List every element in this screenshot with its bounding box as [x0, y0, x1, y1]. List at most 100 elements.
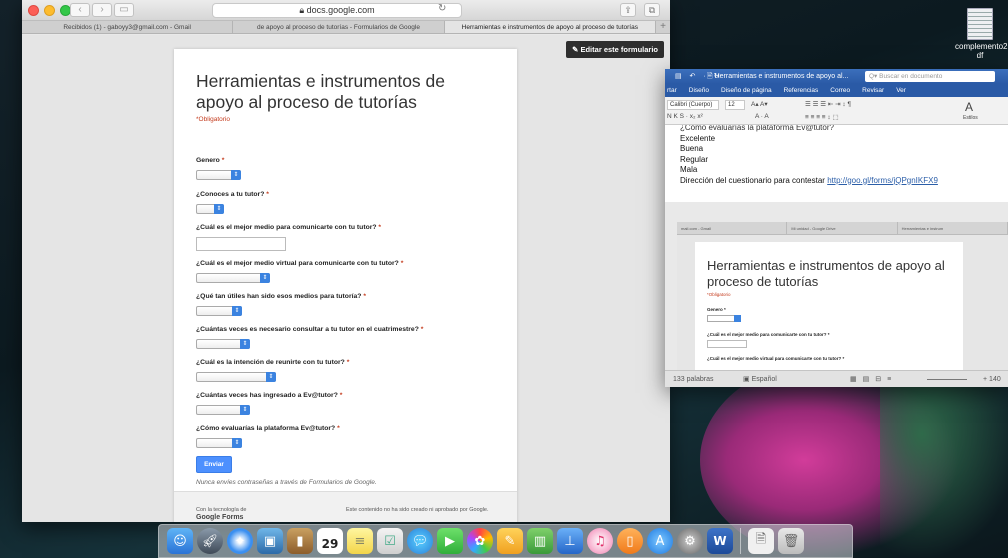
form-card: Herramientas e instrumentos de apoyo al … — [174, 49, 517, 522]
word-ribbon-tabs: rtar Diseño Diseño de página Referencias… — [665, 84, 1008, 97]
word-titlebar: ▤ ↶ · ↻ 🗎︎ Herramientas e instrumentos d… — [665, 69, 1008, 84]
form-title: Herramientas e instrumentos de apoyo al … — [196, 71, 445, 112]
intencion-select[interactable]: ⇕ — [196, 372, 276, 382]
form-footer: Con la tecnología de Google Forms Este c… — [174, 491, 517, 522]
page-content: ✎ Editar este formulario Herramientas e … — [22, 35, 670, 522]
question-medio-virtual: ¿Cuál es el mejor medio virtual para com… — [196, 259, 403, 283]
conoces-tutor-select[interactable]: ⇕ — [196, 204, 224, 214]
question-intencion: ¿Cuál es la intención de reunirte con tu… — [196, 358, 349, 382]
preview-icon[interactable]: ▣ — [257, 528, 283, 554]
tab-forms-editor[interactable]: de apoyo al proceso de tutorías - Formul… — [233, 21, 445, 33]
itunes-icon[interactable]: ♫ — [587, 528, 613, 554]
view-buttons[interactable]: ▦▤⊟≡ — [850, 371, 897, 387]
font-color-icon[interactable]: A · A — [755, 113, 769, 120]
toolbar-right: ⇪ ⧉ — [620, 3, 660, 17]
list-icons[interactable]: ☰ ☰ ☰ ⇤ ⇥ ↕ ¶ — [805, 100, 851, 108]
zoom-slider[interactable] — [927, 379, 967, 380]
align-icons[interactable]: ≡ ≡ ≡ ≡ ↕ ⬚ — [805, 113, 839, 121]
proofing-icon: ▣ — [743, 376, 752, 383]
dropdown-arrow-icon: ⇕ — [232, 438, 242, 448]
document-icon — [967, 8, 993, 40]
ribbon-tab-ver[interactable]: Ver — [896, 84, 906, 97]
photos-icon[interactable]: ✿ — [467, 528, 493, 554]
tab-bar: Recibidos (1) - gaboyy3@gmail.com - Gmai… — [22, 21, 670, 34]
word-page[interactable]: ¿Cómo evaluarías la plataforma Ev@tutor?… — [665, 125, 1008, 202]
ingresado-select[interactable]: ⇕ — [196, 405, 250, 415]
documents-stack-icon[interactable]: 🗎︎ — [748, 528, 774, 554]
password-warning: Nunca envíes contraseñas a través de For… — [196, 479, 377, 486]
launchpad-icon[interactable]: 🚀︎ — [197, 528, 223, 554]
back-button[interactable]: ‹ — [70, 3, 90, 17]
tab-gmail[interactable]: Recibidos (1) - gaboyy3@gmail.com - Gmai… — [22, 21, 234, 33]
word-search-input[interactable]: Q▾ Buscar en documento — [865, 71, 995, 82]
font-name-select[interactable]: Calibri (Cuerpo) — [667, 100, 719, 110]
close-window-button[interactable] — [28, 5, 39, 16]
pages-icon[interactable]: ✎ — [497, 528, 523, 554]
ribbon-tab-diseno[interactable]: Diseño — [689, 84, 709, 97]
address-bar[interactable]: 🔒︎ docs.google.com — [212, 3, 462, 18]
messages-icon[interactable]: 💬︎ — [407, 528, 433, 554]
calendar-icon[interactable]: 29 — [317, 528, 343, 554]
word-window: ▤ ↶ · ↻ 🗎︎ Herramientas e instrumentos d… — [665, 69, 1008, 387]
contacts-icon[interactable]: ▮ — [287, 528, 313, 554]
desktop-file-icon[interactable]: complemento2 df — [955, 8, 1007, 60]
reload-icon[interactable]: ↻ — [438, 3, 446, 14]
medio-virtual-select[interactable]: ⇕ — [196, 273, 270, 283]
minimize-window-button[interactable] — [44, 5, 55, 16]
submit-button[interactable]: Enviar — [196, 456, 232, 473]
ribbon-tab-insertar[interactable]: rtar — [667, 84, 677, 97]
question-label: Genero * — [196, 157, 225, 164]
tab-overview-icon[interactable]: ⧉ — [644, 3, 660, 17]
system-preferences-icon[interactable]: ⚙ — [677, 528, 703, 554]
forward-button[interactable]: › — [92, 3, 112, 17]
embedded-required-note: *Obligatorio — [707, 292, 731, 297]
dock-separator — [740, 528, 741, 554]
ribbon-tab-correo[interactable]: Correo — [830, 84, 850, 97]
google-forms-logo[interactable]: Google Forms — [196, 514, 243, 521]
trash-icon[interactable]: 🗑︎ — [778, 528, 804, 554]
font-size-select[interactable]: 12 — [725, 100, 745, 110]
tab-form-active[interactable]: Herramientas e instrumentos de apoyo al … — [444, 21, 656, 33]
form-link[interactable]: http://goo.gl/forms/jQPgnIKFX9 — [827, 176, 938, 185]
bold-italic-icon[interactable]: N K S · x₂ x² — [667, 113, 703, 120]
word-icon[interactable]: W — [707, 528, 733, 554]
styles-icon[interactable]: A — [965, 100, 973, 114]
ibooks-icon[interactable]: ▯ — [617, 528, 643, 554]
language-indicator[interactable]: ▣ Español — [743, 371, 777, 387]
notes-icon[interactable]: ≡ — [347, 528, 373, 554]
doc-line-link: Dirección del cuestionario para contesta… — [680, 175, 938, 185]
dock: ☺ 🚀︎ ✦ ▣ ▮ 29 ≡ ☑ 💬︎ ▶ ✿ ✎ ▥ ⊥ ♫ ▯ A ⚙ W… — [158, 524, 853, 558]
keynote-icon[interactable]: ⊥ — [557, 528, 583, 554]
mejor-medio-input[interactable] — [196, 237, 286, 251]
finder-icon[interactable]: ☺ — [167, 528, 193, 554]
safari-icon[interactable]: ✦ — [227, 528, 253, 554]
share-icon[interactable]: ⇪ — [620, 3, 636, 17]
consultar-select[interactable]: ⇕ — [196, 339, 250, 349]
question-mejor-medio: ¿Cuál es el mejor medio para comunicarte… — [196, 223, 381, 251]
ribbon-tab-diseno-pagina[interactable]: Diseño de página — [721, 84, 772, 97]
doc-line: Excelente — [680, 133, 716, 143]
desktop-file-label-2: df — [976, 51, 984, 60]
styles-label[interactable]: Estilos — [963, 115, 978, 121]
word-doc-icon: 🗎︎ — [707, 73, 715, 80]
embedded-question-label: Genero * — [707, 307, 726, 312]
evaluar-select[interactable]: ⇕ — [196, 438, 242, 448]
reminders-icon[interactable]: ☑ — [377, 528, 403, 554]
font-grow-icon[interactable]: A▴ A▾ — [751, 100, 768, 108]
ribbon-tab-revisar[interactable]: Revisar — [862, 84, 884, 97]
question-cuantas-veces-consultar: ¿Cuántas veces es necesario consultar a … — [196, 325, 423, 349]
numbers-icon[interactable]: ▥ — [527, 528, 553, 554]
ribbon-tab-referencias[interactable]: Referencias — [784, 84, 819, 97]
facetime-icon[interactable]: ▶ — [437, 528, 463, 554]
new-tab-button[interactable]: + — [656, 21, 670, 33]
sidebar-icon[interactable]: ▭ — [114, 3, 134, 17]
safari-titlebar: ‹ › ▭ 🔒︎ docs.google.com ↻ ⇪ ⧉ — [22, 0, 670, 21]
genero-select[interactable]: ⇕ — [196, 170, 241, 180]
app-store-icon[interactable]: A — [647, 528, 673, 554]
edit-form-button[interactable]: ✎ Editar este formulario — [566, 41, 664, 58]
utiles-select[interactable]: ⇕ — [196, 306, 242, 316]
word-count[interactable]: 133 palabras — [673, 371, 713, 387]
question-label: ¿Cuál es el mejor medio virtual para com… — [196, 260, 404, 267]
question-label: ¿Cómo evaluarías la plataforma Ev@tutor?… — [196, 425, 340, 432]
lock-icon: 🔒︎ — [299, 5, 307, 15]
